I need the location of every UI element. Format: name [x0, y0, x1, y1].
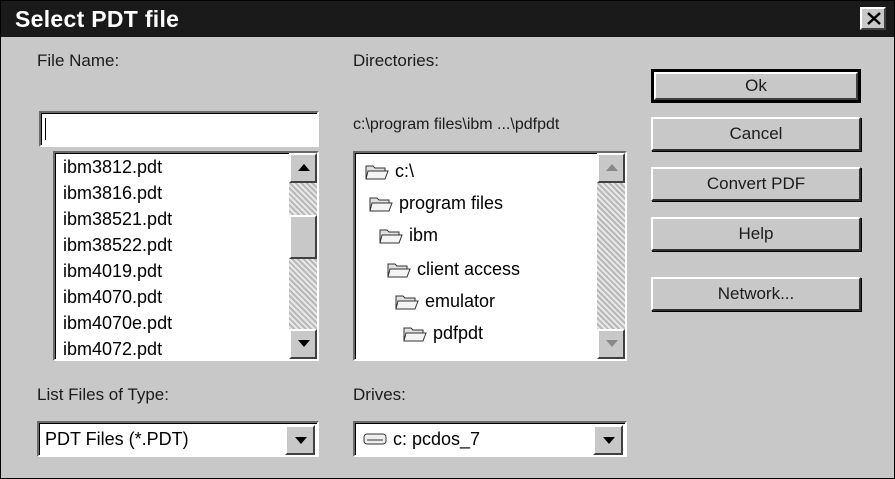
drives-value: c: pcdos_7: [393, 429, 481, 449]
ok-button-label: Ok: [654, 72, 858, 100]
convert-pdf-button-label: Convert PDF: [706, 174, 806, 193]
directory-scrollbar[interactable]: [597, 153, 625, 359]
scroll-up-button[interactable]: [289, 153, 317, 183]
dir-item-label: program files: [399, 193, 504, 213]
dialog-title: Select PDT file: [15, 6, 180, 32]
open-folder-icon: [403, 327, 427, 341]
text-cursor: [45, 118, 46, 140]
arrow-up-icon: [606, 164, 618, 171]
close-button[interactable]: [860, 7, 886, 30]
cancel-button[interactable]: Cancel: [651, 117, 861, 151]
select-pdt-dialog: Select PDT file File Name: ibm3812.pdt i…: [0, 0, 895, 479]
dir-item-label: client access: [417, 259, 521, 279]
dir-item[interactable]: c:\: [365, 161, 414, 182]
list-item[interactable]: ibm38521.pdt: [63, 209, 172, 230]
file-list[interactable]: ibm3812.pdt ibm3816.pdt ibm38521.pdt ibm…: [53, 151, 319, 361]
open-folder-icon: [379, 229, 403, 243]
convert-pdf-button[interactable]: Convert PDF: [651, 167, 861, 201]
open-folder-icon: [365, 165, 389, 179]
dir-item-selected[interactable]: pdfpdt: [403, 323, 483, 344]
file-type-value: PDT Files (*.PDT): [45, 429, 189, 449]
directory-path: c:\program files\ibm ...\pdfpdt: [353, 116, 560, 133]
arrow-down-icon: [606, 340, 618, 347]
scroll-down-button[interactable]: [289, 329, 317, 359]
arrow-up-icon: [298, 164, 310, 171]
chevron-down-icon: [295, 437, 307, 444]
dir-item[interactable]: ibm: [379, 225, 438, 246]
ok-button[interactable]: Ok: [651, 69, 861, 103]
file-name-label: File Name:: [37, 51, 120, 70]
directories-label: Directories:: [353, 51, 439, 70]
open-folder-icon: [395, 295, 419, 309]
list-item[interactable]: ibm4070e.pdt: [63, 313, 172, 334]
file-type-select[interactable]: PDT Files (*.PDT): [37, 421, 319, 457]
help-button-label: Help: [738, 224, 774, 243]
drives-label: Drives:: [353, 385, 406, 404]
list-item[interactable]: ibm38522.pdt: [63, 235, 172, 256]
file-list-scrollbar[interactable]: [289, 153, 317, 359]
drive-icon: [363, 433, 387, 445]
help-button[interactable]: Help: [651, 217, 861, 251]
list-item[interactable]: ibm4019.pdt: [63, 261, 162, 282]
close-icon: [867, 12, 881, 25]
list-item[interactable]: ibm4070.pdt: [63, 287, 162, 308]
dir-item[interactable]: client access: [387, 259, 520, 280]
chevron-down-icon: [603, 437, 615, 444]
list-item[interactable]: ibm4072.pdt: [63, 339, 162, 359]
dir-item[interactable]: program files: [369, 193, 503, 214]
scroll-thumb[interactable]: [289, 215, 317, 259]
title-bar[interactable]: Select PDT file: [1, 1, 894, 37]
network-button-label: Network...: [717, 284, 795, 303]
drives-dropdown-button[interactable]: [593, 425, 623, 455]
open-folder-icon: [369, 197, 393, 211]
dir-item-label: ibm: [409, 225, 439, 245]
drives-select[interactable]: c: pcdos_7: [353, 421, 627, 457]
dir-item-label: c:\: [395, 161, 415, 181]
list-item[interactable]: ibm3816.pdt: [63, 183, 162, 204]
open-folder-icon: [387, 263, 411, 277]
arrow-down-icon: [298, 340, 310, 347]
directory-tree[interactable]: c:\ program files ibm client access emul…: [353, 151, 627, 361]
cancel-button-label: Cancel: [729, 124, 783, 143]
dir-item-label: emulator: [425, 291, 496, 311]
file-name-input[interactable]: [39, 111, 319, 147]
scroll-up-button[interactable]: [597, 153, 625, 183]
list-item[interactable]: ibm3812.pdt: [63, 157, 162, 178]
dir-item[interactable]: emulator: [395, 291, 495, 312]
dir-item-label: pdfpdt: [433, 323, 484, 343]
network-button[interactable]: Network...: [651, 277, 861, 311]
file-type-label: List Files of Type:: [37, 385, 169, 404]
file-type-dropdown-button[interactable]: [285, 425, 315, 455]
scroll-down-button[interactable]: [597, 329, 625, 359]
